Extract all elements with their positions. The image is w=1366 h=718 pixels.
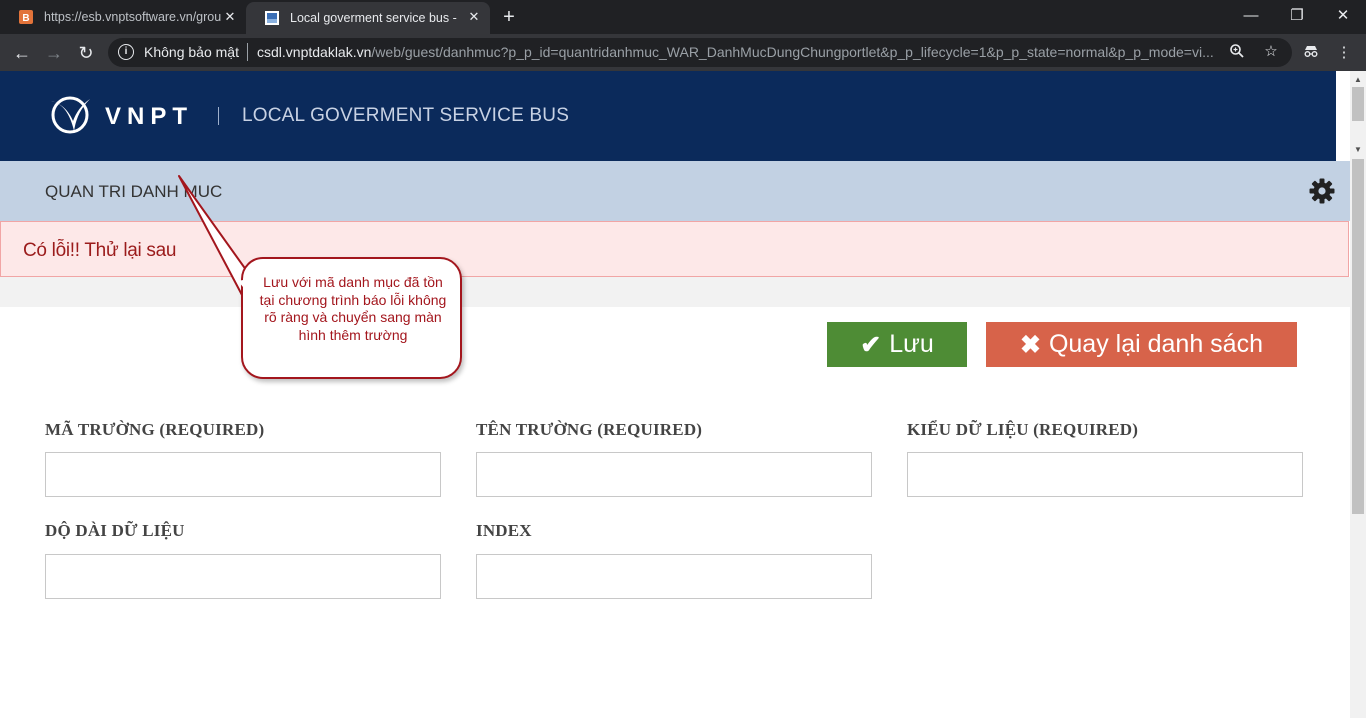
security-status[interactable]: Không bảo mật xyxy=(144,44,239,60)
scroll-down-icon[interactable]: ▼ xyxy=(1350,143,1366,157)
new-tab-icon[interactable]: + xyxy=(498,7,520,27)
browser-tab-strip: B https://esb.vnptsoftware.vn/grou ✕ Loc… xyxy=(0,0,1366,34)
close-tab-icon[interactable]: ✕ xyxy=(222,9,238,25)
field-length-label: DỘ DÀI DỮ LIỆU xyxy=(45,521,185,540)
svg-text:B: B xyxy=(22,13,29,24)
browser-tab[interactable]: B https://esb.vnptsoftware.vn/grou ✕ xyxy=(0,0,246,34)
page-scrollbar[interactable]: ▲ ▼ xyxy=(1350,71,1366,718)
scroll-up-icon[interactable]: ▲ xyxy=(1350,73,1366,87)
portlet-titlebar: QUAN TRI DANH MUC xyxy=(0,161,1350,221)
url-path: /web/guest/danhmuc?p_p_id=quantridanhmuc… xyxy=(371,44,1214,60)
tab-title: Local goverment service bus - Life xyxy=(290,11,460,25)
browser-toolbar: ← → ↻ i Không bảo mật csdl.vnptdaklak.vn… xyxy=(0,34,1366,71)
scroll-thumb[interactable] xyxy=(1352,87,1364,121)
site-subtitle: LOCAL GOVERMENT SERVICE BUS xyxy=(242,105,570,126)
field-type-input[interactable] xyxy=(907,452,1303,497)
back-button-label: Quay lại danh sách xyxy=(1048,330,1263,358)
tab-title: https://esb.vnptsoftware.vn/grou xyxy=(44,10,222,24)
field-code-label: MÃ TRƯỜNG (REQUIRED) xyxy=(45,420,265,439)
vnpt-logo-icon xyxy=(51,96,90,134)
incognito-icon[interactable] xyxy=(1300,42,1322,64)
divider-band xyxy=(0,277,1350,307)
more-menu-icon[interactable]: ⋮ xyxy=(1333,42,1355,64)
save-button-label: Lưu xyxy=(889,330,934,358)
close-window-icon[interactable]: ✕ xyxy=(1320,4,1366,28)
page-favicon-icon xyxy=(265,11,279,25)
restore-icon[interactable]: ❐ xyxy=(1274,4,1320,28)
field-index-input[interactable] xyxy=(476,554,872,599)
bookmark-star-icon[interactable]: ☆ xyxy=(1262,43,1280,61)
scroll-thumb-secondary[interactable] xyxy=(1352,159,1364,514)
browser-tab-active[interactable]: Local goverment service bus - Life ✕ xyxy=(246,2,490,34)
close-tab-icon[interactable]: ✕ xyxy=(466,9,482,25)
annotation-text: Lưu với mã danh mục đã tồn tại chương tr… xyxy=(259,274,447,343)
forward-arrow-icon[interactable]: → xyxy=(43,42,65,64)
error-message: Có lỗi!! Thử lại sau xyxy=(23,240,177,261)
field-name-label: TÊN TRƯỜNG (REQUIRED) xyxy=(476,420,703,439)
url-text[interactable]: csdl.vnptdaklak.vn/web/guest/danhmuc?p_p… xyxy=(257,44,1217,60)
field-length-input[interactable] xyxy=(45,554,441,599)
info-icon[interactable]: i xyxy=(118,44,134,60)
annotation-callout: Lưu với mã danh mục đã tồn tại chương tr… xyxy=(241,257,462,379)
divider xyxy=(218,107,219,125)
field-type-label: KIỂU DỮ LIỆU (REQUIRED) xyxy=(907,420,1139,439)
url-host: csdl.vnptdaklak.vn xyxy=(257,44,372,60)
zoom-icon[interactable] xyxy=(1228,43,1246,61)
back-arrow-icon[interactable]: ← xyxy=(11,42,33,64)
error-alert: Có lỗi!! Thử lại sau xyxy=(0,221,1349,277)
address-bar[interactable]: i Không bảo mật csdl.vnptdaklak.vn/web/g… xyxy=(108,38,1292,67)
save-button[interactable]: ✔ Lưu xyxy=(827,322,967,367)
field-code-input[interactable] xyxy=(45,452,441,497)
site-header: VNPT LOCAL GOVERMENT SERVICE BUS xyxy=(0,71,1336,161)
divider xyxy=(247,43,248,61)
field-name-input[interactable] xyxy=(476,452,872,497)
reload-icon[interactable]: ↻ xyxy=(75,42,97,64)
back-to-list-button[interactable]: ✖ Quay lại danh sách xyxy=(986,322,1297,367)
gear-icon[interactable] xyxy=(1308,177,1336,205)
brand-name: VNPT xyxy=(105,103,194,130)
field-index-label: INDEX xyxy=(476,521,532,540)
minimize-icon[interactable]: — xyxy=(1228,4,1274,28)
checkmark-icon: ✔ xyxy=(860,330,882,359)
site-favicon-icon: B xyxy=(19,10,33,24)
portlet-title: QUAN TRI DANH MUC xyxy=(45,182,223,201)
web-page: VNPT LOCAL GOVERMENT SERVICE BUS QUAN TR… xyxy=(0,71,1350,718)
close-icon: ✖ xyxy=(1020,330,1041,359)
